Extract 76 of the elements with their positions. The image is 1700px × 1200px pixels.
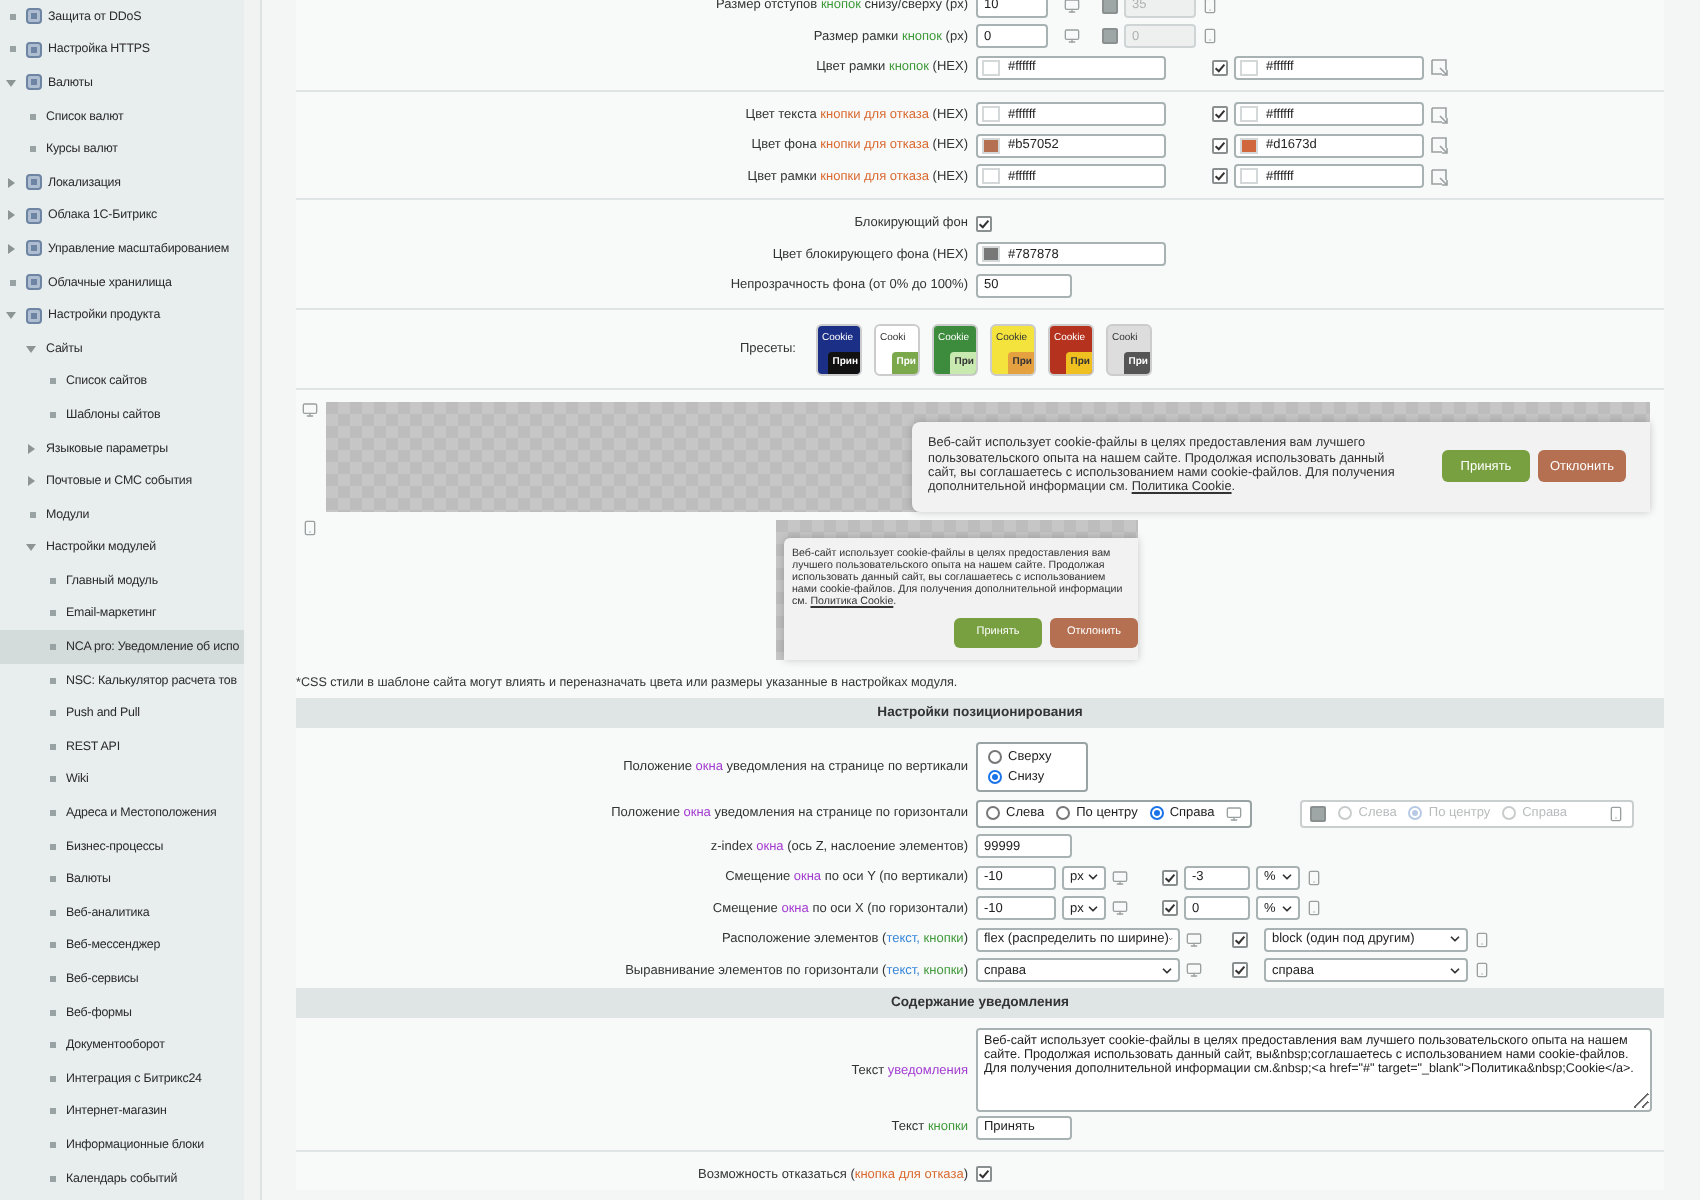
bullet-icon [50,677,56,684]
caret-down-icon [26,343,36,354]
bullet-icon [50,909,56,916]
phone-icon [1474,962,1490,979]
chevron-icon [1280,870,1294,885]
bullet-icon [50,1175,56,1182]
bullet-icon [50,843,56,850]
bullet-icon [50,610,56,617]
bullet-icon [50,710,56,717]
checkbox[interactable] [1162,900,1178,917]
checkbox[interactable] [1310,805,1327,821]
phone-icon [1306,869,1322,886]
bullet-icon [50,577,56,584]
phone-icon [302,519,318,535]
bullet-icon [50,1075,56,1082]
caret-down-icon [6,310,16,321]
checkbox[interactable] [1212,59,1228,76]
bullet-icon [30,113,36,120]
caret-right-icon [6,210,16,221]
chevron-icon [1160,963,1174,978]
phone-icon [1306,900,1322,917]
caret-right-icon [6,243,16,254]
phone-icon [1474,931,1490,948]
bullet-icon [50,810,56,817]
chevron-icon [1448,932,1462,947]
bullet-icon [50,1009,56,1016]
bullet-icon [50,776,56,783]
checkbox[interactable] [976,215,992,232]
color-picker-icon[interactable] [1430,167,1448,186]
monitor-icon [1064,0,1080,14]
chevron-icon [1280,901,1294,916]
checkbox[interactable] [1232,962,1248,979]
chevron-icon [1086,870,1100,885]
checkbox[interactable] [1212,137,1228,154]
bullet-icon [50,1141,56,1148]
monitor-icon [1186,931,1202,948]
checkbox[interactable] [1162,869,1178,886]
checkbox[interactable] [1232,931,1248,948]
phone-icon [1202,0,1218,14]
color-picker-icon[interactable] [1430,58,1448,77]
color-picker-icon[interactable] [1430,105,1448,124]
bullet-icon [10,46,16,53]
monitor-icon [302,401,318,417]
caret-down-icon [6,77,16,88]
bullet-icon [50,876,56,883]
chevron-icon [1448,963,1462,978]
caret-right-icon [26,443,36,454]
monitor-icon [1186,962,1202,979]
caret-down-icon [26,542,36,553]
bullet-icon [10,13,16,20]
bullet-icon [50,644,56,651]
bullet-icon [30,511,36,518]
color-picker-icon[interactable] [1430,136,1448,155]
checkbox[interactable] [1212,168,1228,185]
bullet-icon [50,743,56,750]
checkbox[interactable] [1102,28,1118,45]
bullet-icon [50,1108,56,1115]
bullet-icon [50,1042,56,1049]
phone-icon [1202,28,1218,45]
checkbox[interactable] [976,1166,992,1183]
monitor-icon [1112,869,1128,886]
bullet-icon [50,378,56,385]
bullet-icon [50,942,56,949]
bullet-icon [30,146,36,153]
bullet-icon [50,411,56,418]
checkbox[interactable] [1102,0,1118,14]
phone-icon [1607,805,1624,821]
monitor-icon [1112,900,1128,917]
monitor-icon [1064,28,1080,45]
caret-right-icon [26,476,36,487]
monitor-icon [1226,805,1243,821]
caret-right-icon [6,177,16,188]
bullet-icon [10,279,16,286]
bullet-icon [50,976,56,983]
checkbox[interactable] [1212,106,1228,123]
chevron-icon [1086,901,1100,916]
